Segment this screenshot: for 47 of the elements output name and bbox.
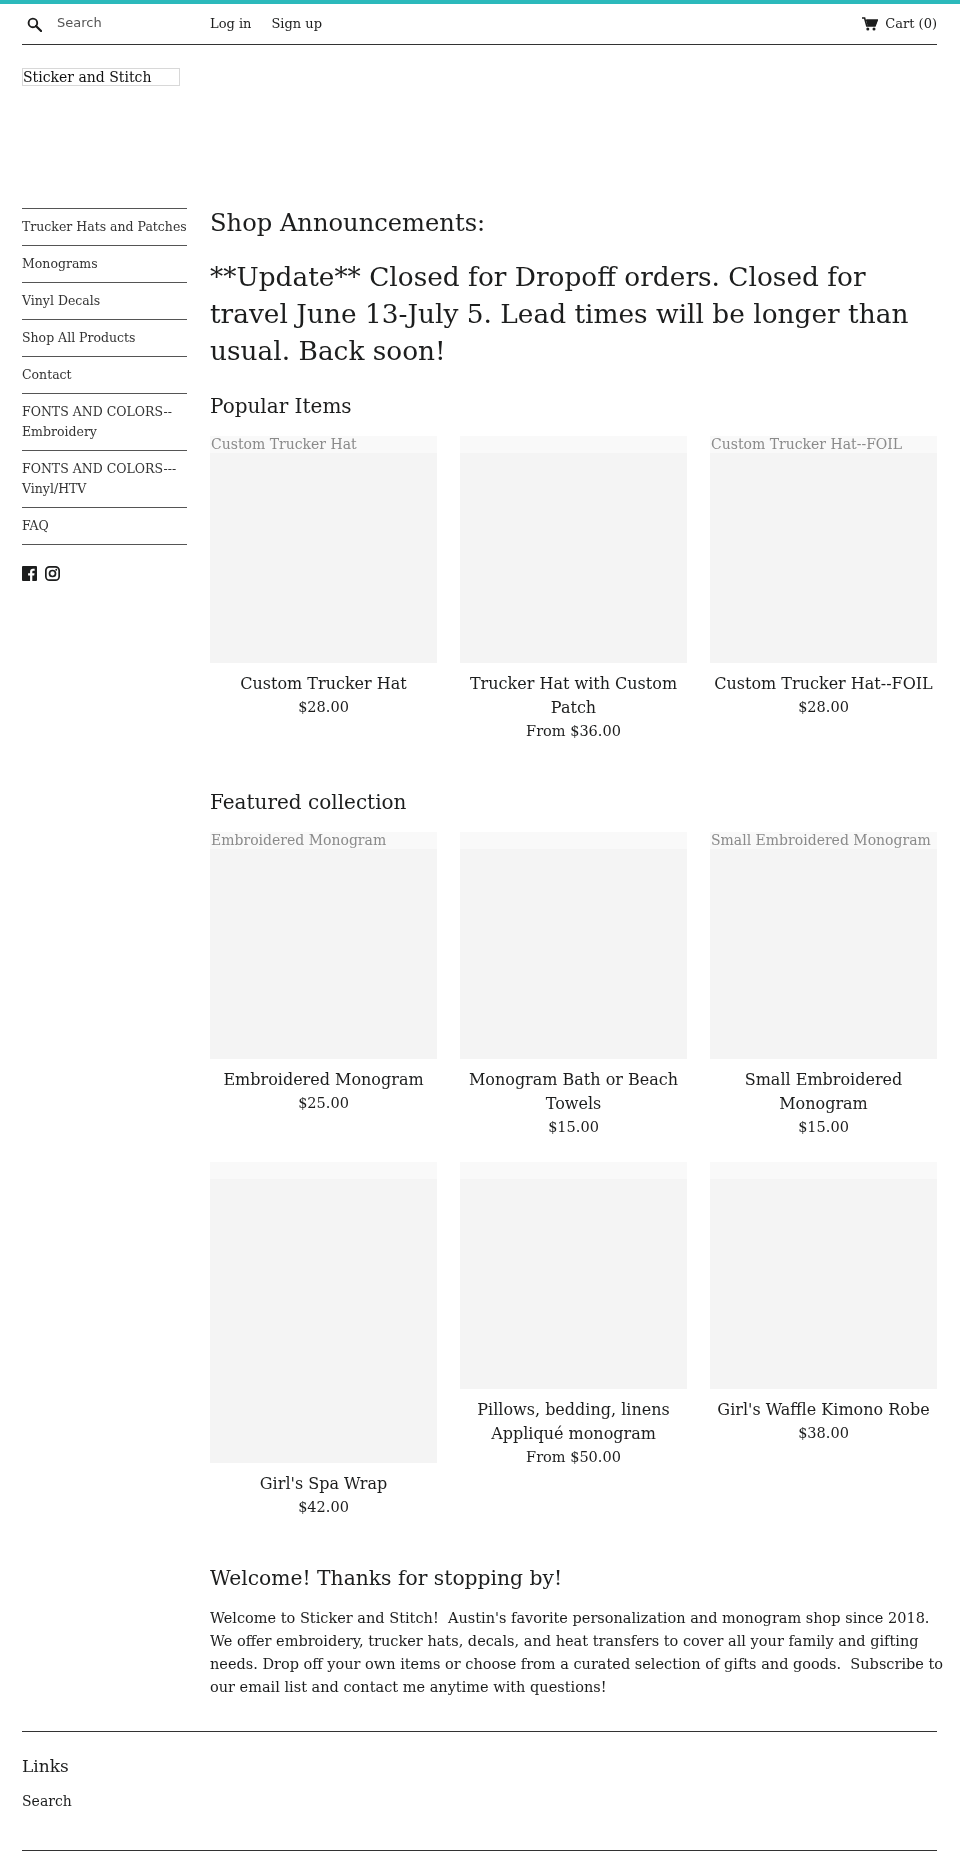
announcement-text: **Update** Closed for Dropoff orders. Closed for travel June 13-July 5. Lead times will be longer than usual. Back soon! (210, 260, 910, 368)
product-title[interactable]: Small Embroidered Monogram (710, 1068, 937, 1116)
product-title[interactable]: Trucker Hat with Custom Patch (460, 672, 687, 720)
image-alt-text: Small Embroidered Monogram (711, 832, 931, 849)
product-price: $38.00 (797, 1424, 850, 1443)
product-price: $25.00 (297, 1094, 350, 1113)
account-link[interactable]: Sign up (271, 15, 323, 33)
sidebar-link[interactable]: Contact (22, 357, 187, 394)
footer-heading: Links (22, 1754, 70, 1778)
search-field[interactable]: Search (57, 13, 187, 32)
product-price: $15.00 (797, 1118, 850, 1137)
instagram-icon[interactable] (45, 566, 60, 581)
account-link[interactable]: Log in (210, 15, 252, 33)
product-title[interactable]: Girl's Spa Wrap (210, 1472, 437, 1496)
store-logo[interactable]: Sticker and Stitch (22, 68, 180, 86)
product-price: $15.00 (547, 1118, 600, 1137)
product-price: From $50.00 (525, 1448, 622, 1467)
sidebar-link[interactable]: FONTS AND COLORS--Embroidery (22, 394, 187, 451)
cart-icon (862, 17, 879, 31)
sidebar-link[interactable]: Vinyl Decals (22, 283, 187, 320)
cart-link[interactable]: Cart (0) (862, 15, 937, 33)
section-heading: Shop Announcements: (210, 208, 487, 238)
product-price: $28.00 (797, 698, 850, 717)
product-price: $42.00 (297, 1498, 350, 1517)
image-alt-text: Custom Trucker Hat--FOIL (711, 436, 903, 453)
sidebar-link[interactable]: FAQ (22, 508, 187, 545)
sidebar-link[interactable]: Monograms (22, 246, 187, 283)
sidebar-link[interactable]: FONTS AND COLORS---Vinyl/HTV (22, 451, 187, 508)
search-icon[interactable] (27, 16, 42, 32)
welcome-paragraph: Welcome to Sticker and Stitch! Austin's favorite personalization and monogram shop since 2018. We offer embroidery, trucker hats, decals, and heat transfers to cover all your family and gifting needs. Drop off your own items or choose from a curated selection of gifts and goods. Subscribe to our email list and contact me anytime with questions! (210, 1608, 945, 1697)
product-title[interactable]: Custom Trucker Hat--FOIL (710, 672, 937, 696)
section-heading: Popular Items (210, 393, 353, 419)
product-title[interactable]: Monogram Bath or Beach Towels (460, 1068, 687, 1116)
image-alt-text: Custom Trucker Hat (211, 436, 357, 453)
section-heading: Featured collection (210, 789, 408, 815)
product-title[interactable]: Pillows, bedding, linens Appliqué monogram (460, 1398, 687, 1446)
product-title[interactable]: Girl's Waffle Kimono Robe (710, 1398, 937, 1422)
product-title[interactable]: Custom Trucker Hat (210, 672, 437, 696)
sidebar-link[interactable]: Shop All Products (22, 320, 187, 357)
image-alt-text: Embroidered Monogram (211, 832, 387, 849)
footer-link[interactable]: Search (22, 1790, 72, 1811)
sidebar-link[interactable]: Trucker Hats and Patches (22, 209, 187, 246)
facebook-icon[interactable] (22, 566, 37, 581)
product-price: From $36.00 (525, 722, 622, 741)
product-price: $28.00 (297, 698, 350, 717)
product-title[interactable]: Embroidered Monogram (210, 1068, 437, 1092)
section-heading: Welcome! Thanks for stopping by! (210, 1565, 564, 1592)
